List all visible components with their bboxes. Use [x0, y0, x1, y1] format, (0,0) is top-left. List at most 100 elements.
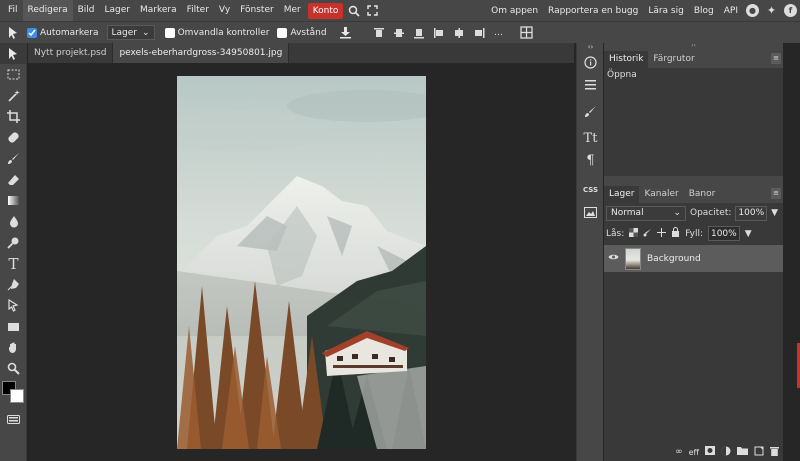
color-swatches[interactable]	[0, 379, 27, 409]
link-api[interactable]: API	[719, 6, 743, 16]
more-icon[interactable]: …	[489, 22, 509, 43]
opacity-input[interactable]: 100%	[735, 205, 768, 221]
menu-lager[interactable]: Lager	[100, 0, 135, 21]
crop-tool[interactable]	[0, 106, 27, 127]
opacity-label: Opacitet:	[690, 208, 732, 218]
folder-icon[interactable]	[737, 446, 748, 458]
eraser-tool[interactable]	[0, 169, 27, 190]
link-lara-sig[interactable]: Lära sig	[643, 6, 689, 16]
info-icon[interactable]	[577, 51, 604, 73]
opacity-arrow-icon[interactable]: ▼	[771, 208, 778, 218]
link-layers-icon[interactable]: ∞	[675, 447, 683, 457]
path-select-tool[interactable]	[0, 295, 27, 316]
shape-tool[interactable]	[0, 316, 27, 337]
tab-pexels-image[interactable]: pexels-eberhardgross-34950801.jpg	[113, 43, 290, 63]
tab-lager[interactable]: Lager	[604, 186, 640, 203]
canvas-image[interactable]	[177, 76, 426, 449]
menu-fil[interactable]: Fil	[3, 0, 23, 21]
konto-button[interactable]: Konto	[307, 2, 344, 19]
automarkera-checkbox[interactable]	[27, 27, 37, 38]
align-right-icon[interactable]	[469, 22, 489, 43]
lock-transparency-icon[interactable]	[629, 227, 639, 240]
blur-tool[interactable]	[0, 211, 27, 232]
menu-filter[interactable]: Filter	[182, 0, 214, 21]
eye-icon[interactable]	[608, 253, 619, 264]
tab-banor[interactable]: Banor	[684, 186, 721, 203]
move-tool[interactable]	[0, 43, 27, 64]
lock-pixels-icon[interactable]	[643, 228, 652, 240]
blend-mode-value: Normal	[611, 208, 644, 218]
menu-mer[interactable]: Mer	[279, 0, 306, 21]
lock-all-icon[interactable]	[671, 227, 680, 240]
avstand-option[interactable]: Avstånd	[277, 27, 327, 38]
align-top-icon[interactable]	[369, 22, 389, 43]
trash-icon[interactable]	[770, 446, 779, 459]
menu-bar: Fil Redigera Bild Lager Markera Filter V…	[0, 0, 800, 21]
history-item[interactable]: Öppna	[607, 70, 780, 80]
adjustment-icon[interactable]	[721, 446, 731, 459]
effects-icon[interactable]: eff	[689, 448, 699, 457]
fill-input[interactable]: 100%	[707, 226, 740, 241]
menu-markera[interactable]: Markera	[135, 0, 182, 21]
new-layer-icon[interactable]	[754, 446, 764, 459]
avstand-checkbox[interactable]	[277, 27, 288, 38]
keyboard-icon[interactable]	[0, 409, 27, 430]
collapse-icon[interactable]: ‹›	[577, 43, 604, 51]
zoom-tool[interactable]	[0, 358, 27, 379]
twitter-icon[interactable]: ✦	[765, 4, 778, 17]
tab-fargrutor[interactable]: Färgrutor	[648, 51, 699, 68]
align-left-icon[interactable]	[429, 22, 449, 43]
tab-historik[interactable]: Historik	[604, 51, 649, 68]
properties-icon[interactable]	[577, 73, 604, 95]
grid-icon[interactable]	[517, 22, 537, 43]
tab-kanaler[interactable]: Kanaler	[639, 186, 683, 203]
type-tool[interactable]: T	[0, 253, 27, 274]
layer-select[interactable]: Lager ⌄	[106, 25, 155, 40]
align-middle-icon[interactable]	[389, 22, 409, 43]
fullscreen-icon[interactable]	[363, 0, 381, 21]
tab-nytt-projekt[interactable]: Nytt projekt.psd	[28, 43, 114, 63]
css-icon[interactable]: CSS	[577, 179, 604, 201]
link-om-appen[interactable]: Om appen	[486, 6, 543, 16]
menu-fonster[interactable]: Fönster	[235, 0, 279, 21]
search-icon[interactable]	[345, 0, 363, 21]
brush-settings-icon[interactable]	[577, 100, 604, 122]
background-color-swatch[interactable]	[10, 389, 24, 403]
facebook-icon[interactable]: f	[784, 4, 797, 17]
lock-position-icon[interactable]	[657, 227, 667, 240]
download-icon[interactable]	[335, 22, 357, 43]
gradient-tool[interactable]	[0, 190, 27, 211]
brush-tool[interactable]	[0, 148, 27, 169]
fill-arrow-icon[interactable]: ▼	[745, 229, 752, 239]
healing-tool[interactable]	[0, 127, 27, 148]
chevron-down-icon: ⌄	[673, 208, 681, 218]
character-icon[interactable]: Tt	[577, 127, 604, 149]
omvandla-option[interactable]: Omvandla kontroller	[164, 27, 269, 38]
move-tool-icon	[0, 22, 27, 43]
layer-thumbnail	[625, 247, 641, 270]
magic-wand-tool[interactable]	[0, 85, 27, 106]
layers-menu-icon[interactable]: ≡	[771, 188, 781, 199]
align-bottom-icon[interactable]	[409, 22, 429, 43]
menu-bild[interactable]: Bild	[73, 0, 100, 21]
chevron-down-icon: ⌄	[142, 27, 150, 38]
reddit-icon[interactable]: ●	[746, 4, 759, 17]
hand-tool[interactable]	[0, 337, 27, 358]
history-menu-icon[interactable]: ≡	[771, 53, 781, 64]
link-blog[interactable]: Blog	[689, 6, 719, 16]
automarkera-label: Automarkera	[40, 27, 99, 38]
link-rapportera-bugg[interactable]: Rapportera en bugg	[543, 6, 643, 16]
menu-redigera[interactable]: Redigera	[22, 0, 73, 21]
layer-row[interactable]: Background	[604, 245, 783, 272]
mask-icon[interactable]	[705, 446, 715, 458]
menu-vy[interactable]: Vy	[214, 0, 235, 21]
blend-mode-select[interactable]: Normal ⌄	[606, 205, 686, 221]
automarkera-option[interactable]: Automarkera	[27, 27, 99, 38]
omvandla-checkbox[interactable]	[164, 27, 175, 38]
marquee-tool[interactable]	[0, 64, 27, 85]
pen-tool[interactable]	[0, 274, 27, 295]
align-center-icon[interactable]	[449, 22, 469, 43]
image-icon[interactable]	[577, 201, 604, 223]
dodge-tool[interactable]	[0, 232, 27, 253]
paragraph-icon[interactable]: ¶	[577, 149, 604, 171]
